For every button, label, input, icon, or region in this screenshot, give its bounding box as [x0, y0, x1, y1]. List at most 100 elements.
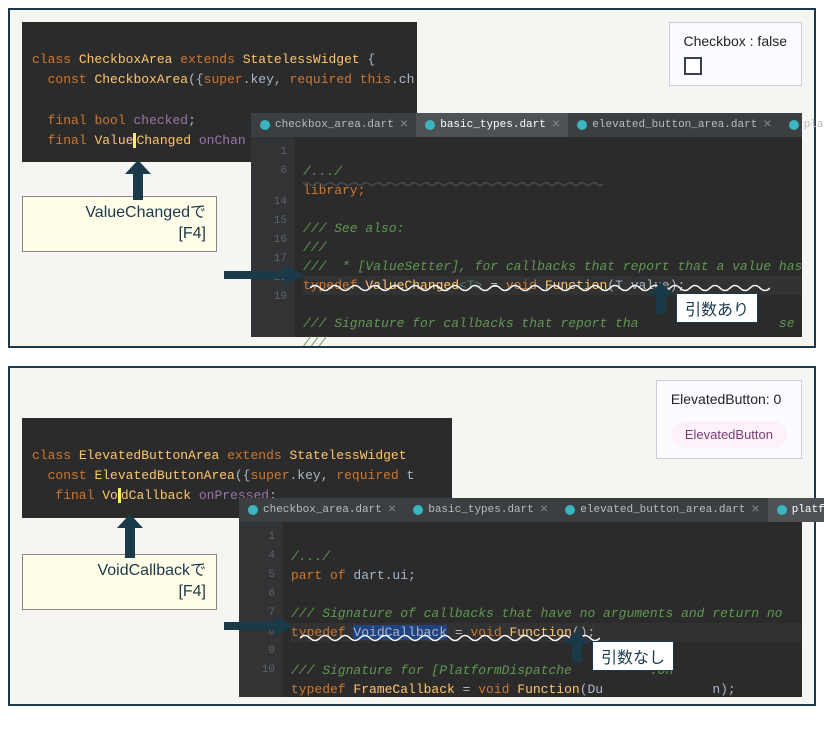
c: ValueSetter	[365, 259, 451, 274]
tab-platform[interactable]: platform_disp	[768, 498, 824, 522]
kw-void: void	[478, 682, 509, 697]
arrow-up-icon	[125, 160, 151, 200]
field-checked: checked	[133, 113, 188, 128]
preview-elevated-button: ElevatedButton: 0 ElevatedButton	[656, 380, 802, 459]
line-num: 4	[239, 547, 275, 566]
close-icon[interactable]: ×	[398, 117, 408, 133]
eq: =	[455, 682, 478, 697]
line-num: 14	[251, 193, 287, 212]
underline-wave-icon	[310, 283, 770, 293]
annotation-no-args: 引数なし	[592, 641, 674, 671]
kw-required: required	[336, 468, 398, 483]
arrow-up-icon	[564, 630, 590, 662]
dart-file-icon	[247, 504, 259, 516]
line-num: 10	[239, 661, 275, 680]
args: (Du	[580, 682, 603, 697]
kw-super: super	[250, 468, 289, 483]
type-bool: bool	[94, 113, 125, 128]
tab-checkbox-area[interactable]: checkbox_area.dart ×	[251, 113, 416, 137]
preview-title: Checkbox : false	[684, 33, 788, 49]
tab-bar-bottom: checkbox_area.dart × basic_types.dart × …	[239, 498, 802, 522]
underline-wave-icon	[300, 633, 600, 643]
kw-this: this	[360, 72, 391, 87]
line-num: 15	[251, 212, 287, 231]
code-line: ///	[303, 335, 326, 350]
dart-file-icon	[424, 119, 436, 131]
tab-label: platform_di	[804, 119, 824, 131]
arrow-right-icon	[224, 265, 304, 285]
checkbox-icon[interactable]	[684, 57, 702, 75]
c: se	[779, 316, 795, 331]
arrow-up-icon	[648, 282, 674, 314]
kw-extends: extends	[227, 448, 282, 463]
tab-bar-top: checkbox_area.dart × basic_types.dart × …	[251, 113, 802, 137]
tab-basic-types[interactable]: basic_types.dart ×	[404, 498, 556, 522]
dart-file-icon	[412, 504, 424, 516]
key-param: .key	[243, 72, 274, 87]
base-class: StatelessWidget	[243, 52, 360, 67]
tab-basic-types[interactable]: basic_types.dart ×	[416, 113, 568, 137]
gutter: 1 4 5 6 7 8 9 10	[239, 522, 283, 697]
close-icon[interactable]: ×	[538, 502, 548, 518]
code-body: /.../ library; /// See also: /// /// * […	[251, 137, 802, 371]
panel-voidcallback: ElevatedButton: 0 ElevatedButton class E…	[8, 366, 816, 706]
close-icon[interactable]: ×	[761, 117, 771, 133]
code-line: /.../	[291, 549, 330, 564]
arrow-up-icon	[117, 514, 143, 558]
ctor-tail: .ch	[391, 72, 414, 87]
arrow-right-icon	[224, 616, 294, 636]
typedef-name: FrameCallback	[353, 682, 454, 697]
callout-valuechanged: ValueChangedで [F4]	[22, 196, 217, 252]
close-icon[interactable]: ×	[550, 117, 560, 133]
elevated-button[interactable]: ElevatedButton	[671, 421, 787, 448]
kw-class: class	[32, 52, 71, 67]
callout-line2: [F4]	[33, 224, 206, 245]
line-num: 6	[251, 162, 287, 181]
ctor-name: ElevatedButtonArea	[94, 468, 234, 483]
kw-extends: extends	[180, 52, 235, 67]
kw-const: const	[48, 468, 87, 483]
type-vo: Vo	[102, 488, 118, 503]
type-dcallback: dCallback	[121, 488, 191, 503]
tab-label: checkbox_area.dart	[275, 119, 394, 131]
c: PlatformDispatche	[439, 663, 572, 678]
callout-line1: VoidCallbackで	[33, 561, 206, 582]
panel-valuechanged: class CheckboxArea extends StatelessWidg…	[8, 8, 816, 348]
tab-platform[interactable]: platform_di	[780, 113, 824, 137]
c: /// * [	[303, 259, 365, 274]
ctor-name: CheckboxArea	[94, 72, 188, 87]
c: ], for callbacks that report that a valu…	[451, 259, 802, 274]
close-icon[interactable]: ×	[749, 502, 759, 518]
gutter: 1 6 14 15 16 17 18 19	[251, 137, 295, 337]
code-line: /.../	[303, 164, 342, 179]
kw-super: super	[204, 72, 243, 87]
kw-part: part of	[291, 568, 353, 583]
callout-voidcallback: VoidCallbackで [F4]	[22, 554, 217, 610]
line-num: 6	[239, 585, 275, 604]
c: /// Signature for [	[291, 663, 439, 678]
func: Function	[509, 682, 579, 697]
args-tail: n);	[712, 682, 735, 697]
tab-label: elevated_button_area.dart	[580, 504, 745, 516]
tab-checkbox-area[interactable]: checkbox_area.dart ×	[239, 498, 404, 522]
callout-line1: ValueChangedで	[33, 203, 206, 224]
c: /// Signature for callbacks that report …	[303, 316, 638, 331]
field-onchanged: onChan	[199, 133, 246, 148]
line-num: 1	[251, 143, 287, 162]
line-num: 1	[239, 528, 275, 547]
part-name: dart.ui	[353, 568, 408, 583]
line-num: 5	[239, 566, 275, 585]
code-line: ///	[303, 240, 326, 255]
dart-file-icon	[576, 119, 588, 131]
code-line: /// See also:	[303, 221, 404, 236]
tab-elevated-button-area[interactable]: elevated_button_area.dart ×	[568, 113, 779, 137]
tab-label: elevated_button_area.dart	[592, 119, 757, 131]
line-num: 9	[239, 642, 275, 661]
type-value: Value	[94, 133, 133, 148]
fold-divider-icon	[303, 181, 603, 187]
kw-typedef: typedef	[291, 682, 346, 697]
kw-const: const	[48, 72, 87, 87]
tab-elevated-button-area[interactable]: elevated_button_area.dart ×	[556, 498, 767, 522]
editor-platform-dispatcher[interactable]: 1 4 5 6 7 8 9 10 /.../ part of dart.ui; …	[239, 522, 802, 697]
close-icon[interactable]: ×	[386, 502, 396, 518]
